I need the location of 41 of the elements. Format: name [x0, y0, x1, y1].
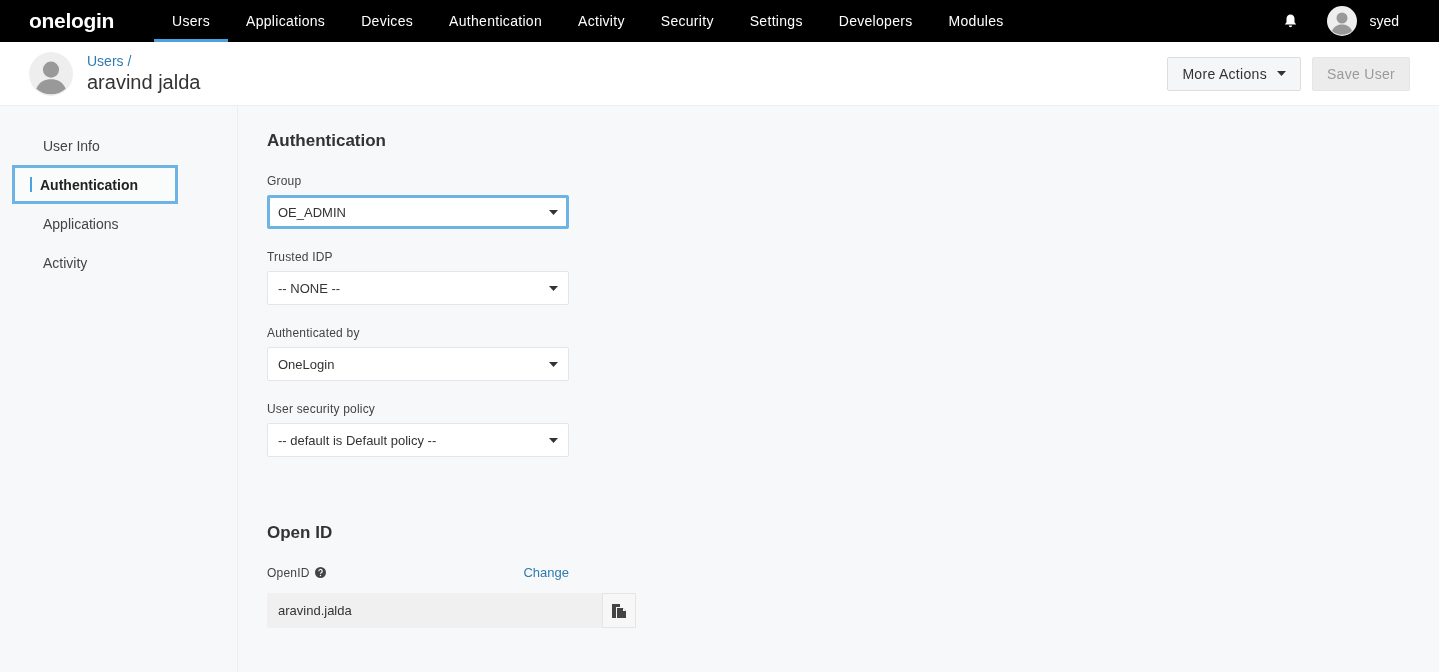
caret-icon [1276, 71, 1286, 76]
caret-icon [549, 437, 558, 443]
action-button[interactable]: More Actions [1167, 56, 1301, 91]
user-name[interactable]: syed [1369, 13, 1399, 29]
copy-icon [612, 603, 626, 618]
change-link[interactable]: Change [523, 565, 569, 580]
help-icon[interactable] [314, 567, 326, 578]
openid-field[interactable]: aravind.jalda [267, 593, 602, 628]
select-field[interactable]: -- NONE -- [267, 271, 569, 305]
avatar-icon[interactable] [1327, 6, 1358, 36]
sidebar-item[interactable]: User Info [12, 126, 225, 165]
caret-icon [549, 285, 558, 291]
field-label: Authenticated by [267, 326, 361, 340]
field-label: Group [267, 174, 303, 188]
avatar-icon [29, 51, 73, 96]
select-field[interactable]: -- default is Default policy -- [267, 423, 569, 457]
section-heading: Authentication [267, 131, 387, 151]
nav-tab[interactable]: Settings [731, 0, 821, 42]
nav-tab[interactable]: Modules [930, 0, 1022, 42]
caret-icon [549, 361, 558, 367]
select-field[interactable]: OE_ADMIN [267, 195, 569, 229]
user-title: aravind jalda [87, 71, 201, 94]
select-field[interactable]: OneLogin [267, 347, 569, 381]
field-label: OpenID [267, 565, 310, 580]
logo[interactable]: onelogin [29, 9, 125, 33]
sidebar-item[interactable]: Applications [12, 204, 225, 243]
section-heading: Open ID [267, 523, 334, 543]
field-label: Trusted IDP [267, 250, 334, 264]
nav-tab[interactable]: Security [642, 0, 732, 42]
sidebar-item[interactable]: Activity [12, 243, 225, 282]
copy-button[interactable] [602, 593, 636, 628]
caret-icon [549, 209, 558, 215]
nav-tab[interactable]: Authentication [431, 0, 560, 42]
breadcrumb-link[interactable]: Users / [87, 53, 201, 69]
field-label: User security policy [267, 402, 377, 416]
nav-tab[interactable]: Devices [343, 0, 432, 42]
nav-tab[interactable]: Developers [820, 0, 931, 42]
bell-icon[interactable] [1284, 14, 1298, 28]
nav-tab[interactable]: Activity [560, 0, 643, 42]
sidebar-item[interactable]: Authentication [12, 165, 178, 204]
nav-tab[interactable]: Applications [228, 0, 344, 42]
